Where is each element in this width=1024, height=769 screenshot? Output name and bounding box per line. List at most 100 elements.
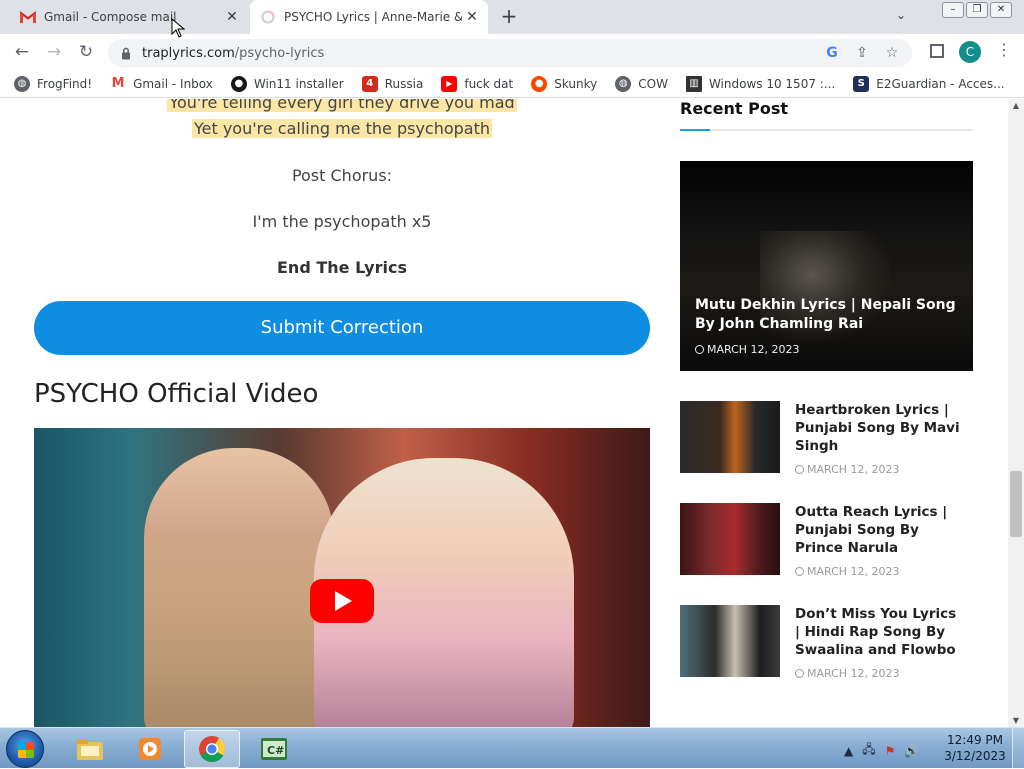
mouse-cursor-icon — [171, 18, 185, 38]
action-center-icon[interactable]: ⚑ — [885, 744, 896, 758]
tab-gmail-compose[interactable]: Gmail - Compose mail ✕ — [8, 0, 248, 34]
date-text: MARCH 12, 2023 — [807, 667, 900, 680]
profile-avatar[interactable]: C — [959, 41, 981, 63]
taskbar-clock[interactable]: 12:49 PM 3/12/2023 — [944, 732, 1006, 764]
page-scrollbar[interactable]: ▲ ▼ — [1008, 99, 1024, 727]
page-content: You're telling every girl they drive you… — [0, 99, 1008, 727]
forward-arrow-icon[interactable]: → — [44, 42, 64, 62]
lock-icon[interactable] — [120, 46, 132, 60]
bookmark-label: Russia — [384, 76, 424, 91]
featured-post-title[interactable]: Mutu Dekhin Lyrics | Nepali Song By John… — [695, 296, 960, 334]
post-title[interactable]: Heartbroken Lyrics | Punjabi Song By Mav… — [795, 401, 965, 455]
window-controls: – ❐ ✕ — [942, 2, 1012, 18]
post-thumbnail[interactable] — [680, 605, 780, 677]
date-text: MARCH 12, 2023 — [807, 463, 900, 476]
scroll-up-arrow-icon[interactable]: ▲ — [1008, 101, 1024, 110]
tab-search-chevron-icon[interactable]: ⌄ — [896, 8, 906, 22]
gmail-icon: M — [111, 76, 125, 91]
media-player-icon[interactable] — [122, 730, 178, 768]
post-date: MARCH 12, 2023 — [795, 667, 900, 680]
scroll-down-arrow-icon[interactable]: ▼ — [1008, 716, 1024, 725]
lyric-text-highlighted: Yet you're calling me the psychopath — [191, 119, 493, 138]
close-window-button[interactable]: ✕ — [990, 2, 1012, 18]
back-arrow-icon[interactable]: ← — [12, 42, 32, 62]
browser-toolbar: ← → ↻ traplyrics.com/psycho-lyrics G ⇪ ☆… — [0, 34, 1024, 70]
youtube-video-embed[interactable] — [34, 428, 650, 727]
omnibox-actions: G ⇪ ☆ — [824, 45, 900, 61]
flag-icon: 4 — [361, 75, 378, 92]
video-section-title: PSYCHO Official Video — [34, 379, 319, 409]
submit-correction-button[interactable]: Submit Correction — [34, 301, 650, 355]
bookmark-cow[interactable]: ◍ COW — [615, 75, 668, 92]
restore-button[interactable]: ❐ — [966, 2, 988, 18]
post-chorus-label: Post Chorus: — [291, 166, 393, 185]
bookmark-skunky[interactable]: ● Skunky — [531, 75, 598, 92]
lyric-line: You're telling every girl they drive you… — [34, 99, 650, 112]
reload-icon[interactable]: ↻ — [76, 42, 96, 62]
bookmark-label: Windows 10 1507 :... — [708, 76, 836, 91]
clock-date: 3/12/2023 — [944, 749, 1006, 763]
network-icon[interactable]: 🖧 — [862, 740, 875, 761]
bookmarks-bar: ◍ FrogFind! M Gmail - Inbox ● Win11 install… — [0, 70, 1024, 98]
tab-psycho-lyrics[interactable]: PSYCHO Lyrics | Anne-Marie & A ✕ — [250, 0, 488, 34]
archive-icon: ▥ — [685, 75, 702, 92]
featured-post[interactable]: Mutu Dekhin Lyrics | Nepali Song By John… — [680, 161, 973, 371]
bookmark-label: FrogFind! — [37, 76, 93, 91]
recent-post-item[interactable]: Outta Reach Lyrics | Punjabi Song By Pri… — [680, 503, 973, 578]
tab-title: PSYCHO Lyrics | Anne-Marie & A — [284, 10, 462, 24]
minimize-button[interactable]: – — [942, 2, 964, 18]
chrome-icon[interactable] — [184, 730, 240, 768]
menu-dots-icon[interactable]: ⋮ — [996, 40, 1012, 59]
bookmark-win11-installer[interactable]: ● Win11 installer — [230, 75, 344, 92]
scrollbar-thumb[interactable] — [1010, 471, 1022, 537]
post-title[interactable]: Don’t Miss You Lyrics | Hindi Rap Song B… — [795, 605, 965, 659]
new-tab-button[interactable]: + — [498, 6, 520, 28]
lyric-line: Yet you're calling me the psychopath — [34, 119, 650, 138]
url-text: traplyrics.com/psycho-lyrics — [142, 46, 324, 61]
bookmark-label: Skunky — [554, 76, 598, 91]
bookmark-e2guardian[interactable]: S E2Guardian - Acces... — [853, 75, 1005, 92]
video-thumbnail-figure — [144, 448, 334, 727]
bookmark-frogfind[interactable]: ◍ FrogFind! — [14, 75, 93, 92]
bookmark-windows-10[interactable]: ▥ Windows 10 1507 :... — [685, 75, 836, 92]
show-hidden-icons-icon[interactable]: ▲ — [844, 744, 853, 758]
bookmark-star-icon[interactable]: ☆ — [884, 45, 900, 61]
address-bar[interactable]: traplyrics.com/psycho-lyrics G ⇪ ☆ — [108, 39, 912, 67]
system-tray: ▲ 🖧 ⚑ 🔊 — [844, 740, 919, 761]
url-path: /psycho-lyrics — [234, 45, 325, 61]
volume-icon[interactable]: 🔊 — [904, 744, 919, 758]
loading-icon — [260, 9, 276, 25]
post-thumbnail[interactable] — [680, 503, 780, 575]
csharp-icon[interactable]: C# — [246, 730, 302, 768]
post-date: MARCH 12, 2023 — [795, 565, 900, 578]
close-tab-icon[interactable]: ✕ — [222, 9, 242, 25]
lyric-line: I'm the psychopath x5 — [252, 212, 432, 231]
google-icon[interactable]: G — [824, 45, 840, 61]
recent-post-item[interactable]: Heartbroken Lyrics | Punjabi Song By Mav… — [680, 401, 973, 476]
show-desktop-button[interactable] — [1012, 728, 1024, 769]
side-panel-icon[interactable] — [930, 44, 944, 58]
post-title[interactable]: Outta Reach Lyrics | Punjabi Song By Pri… — [795, 503, 965, 557]
share-icon[interactable]: ⇪ — [854, 45, 870, 61]
post-thumbnail[interactable] — [680, 401, 780, 473]
recent-post-heading: Recent Post — [680, 99, 789, 118]
reddit-icon: ● — [531, 75, 548, 92]
url-host: traplyrics.com — [142, 45, 235, 61]
post-date: MARCH 12, 2023 — [795, 463, 900, 476]
youtube-play-icon[interactable] — [310, 579, 374, 623]
bookmark-russia[interactable]: 4 Russia — [361, 75, 424, 92]
youtube-icon: ▶ — [441, 75, 458, 92]
heading-accent — [680, 129, 710, 131]
clock-icon — [695, 345, 704, 354]
windows-taskbar: C# ▲ 🖧 ⚑ 🔊 12:49 PM 3/12/2023 — [0, 727, 1024, 769]
close-tab-icon[interactable]: ✕ — [462, 9, 482, 25]
recent-post-item[interactable]: Don’t Miss You Lyrics | Hindi Rap Song B… — [680, 605, 973, 680]
tab-title: Gmail - Compose mail — [44, 10, 177, 24]
explorer-icon[interactable] — [62, 730, 118, 768]
bookmark-fuck-dat[interactable]: ▶ fuck dat — [441, 75, 513, 92]
gmail-icon — [20, 9, 36, 25]
bookmark-gmail-inbox[interactable]: M Gmail - Inbox — [110, 76, 213, 92]
lyric-text-highlighted: You're telling every girl they drive you… — [167, 99, 517, 112]
start-button[interactable] — [6, 730, 44, 768]
heading-divider — [680, 129, 973, 131]
